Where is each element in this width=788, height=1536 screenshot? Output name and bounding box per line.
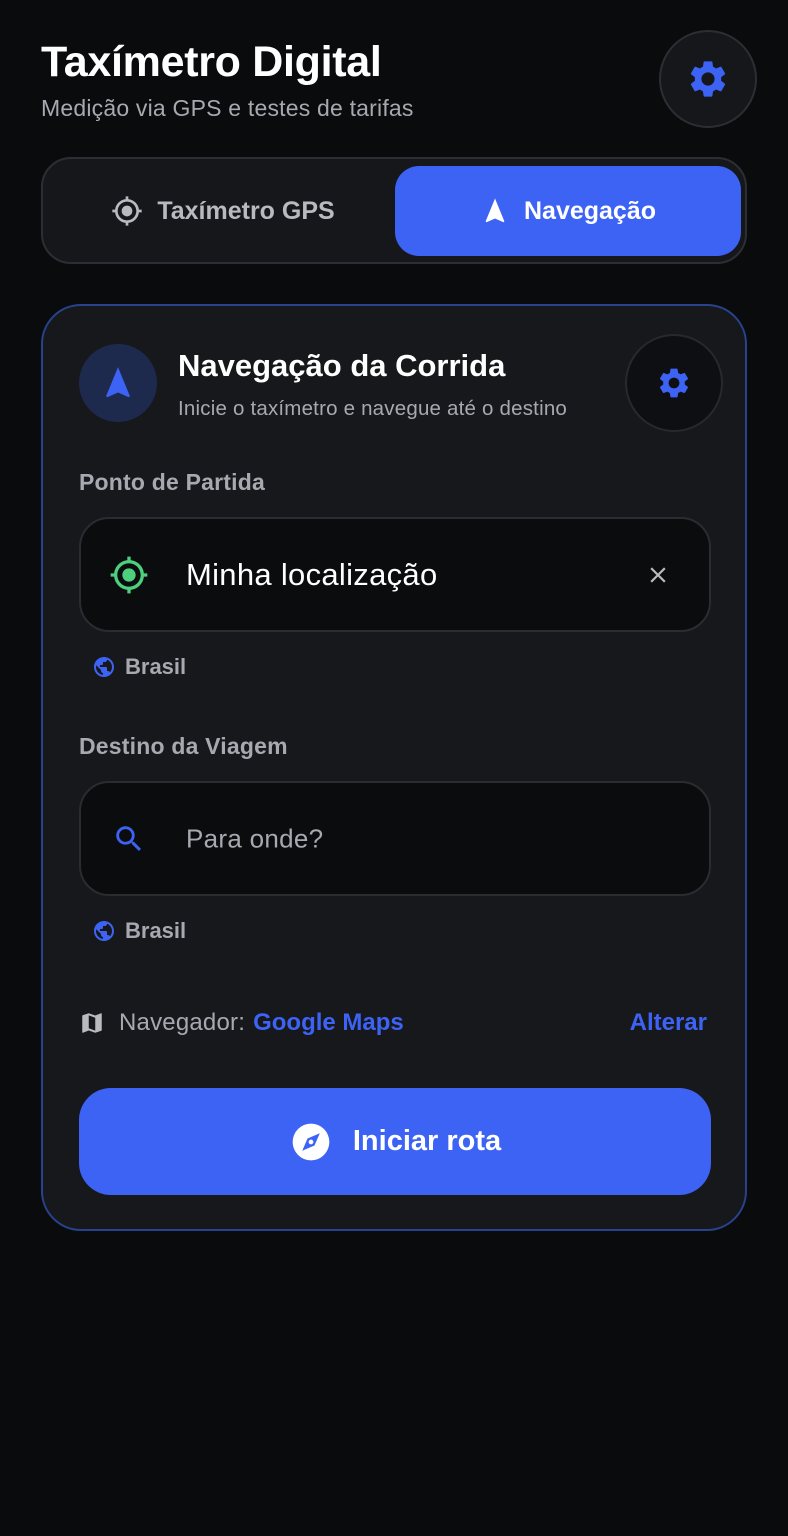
search-icon: [109, 822, 146, 856]
navigation-arrow-icon: [480, 196, 510, 226]
compass-icon: [289, 1120, 333, 1164]
map-icon: [79, 1010, 105, 1036]
header-settings-button[interactable]: [659, 30, 757, 128]
region-label: Brasil: [125, 654, 187, 679]
navigator-row: Navegador: Google Maps Alterar: [79, 1006, 711, 1040]
card-title: Navegação da Corrida: [178, 348, 506, 383]
tab-navegacao[interactable]: Navegação: [395, 166, 741, 256]
my-location-icon: [109, 555, 149, 595]
destination-field[interactable]: [79, 781, 711, 896]
globe-icon: [92, 919, 116, 943]
destination-region: Brasil: [92, 918, 186, 944]
globe-icon: [92, 655, 116, 679]
close-icon: [645, 562, 671, 588]
origin-value: Minha localização: [186, 556, 438, 592]
gps-target-icon: [111, 195, 143, 227]
tab-taximetro-gps[interactable]: Taxímetro GPS: [53, 166, 393, 256]
region-label: Brasil: [125, 918, 187, 943]
tab-label: Taxímetro GPS: [157, 196, 335, 225]
ride-navigation-card: Navegação da Corrida Inicie o taxímetro …: [41, 304, 747, 1231]
start-route-label: Iniciar rota: [352, 1125, 502, 1157]
start-route-button[interactable]: Iniciar rota: [79, 1088, 711, 1195]
navigator-value[interactable]: Google Maps: [253, 1009, 404, 1037]
gear-icon: [686, 57, 730, 101]
mode-tabs: Taxímetro GPS Navegação: [41, 157, 747, 264]
clear-origin-button[interactable]: [645, 562, 671, 588]
gear-icon: [656, 365, 692, 401]
origin-region: Brasil: [92, 654, 186, 680]
change-navigator-link[interactable]: Alterar: [630, 1009, 707, 1037]
tab-label: Navegação: [523, 196, 657, 225]
app-title: Taxímetro Digital: [41, 38, 382, 86]
card-settings-button[interactable]: [625, 334, 723, 432]
navigation-arrow-icon: [99, 364, 137, 402]
origin-label: Ponto de Partida: [79, 469, 265, 495]
card-badge: [79, 344, 157, 422]
card-subtitle: Inicie o taxímetro e navegue até o desti…: [178, 397, 568, 420]
destination-label: Destino da Viagem: [79, 733, 288, 759]
destination-input[interactable]: [186, 823, 666, 854]
navigator-label: Navegador:: [119, 1009, 246, 1036]
origin-field[interactable]: Minha localização: [79, 517, 711, 632]
app-screen: Taxímetro Digital Medição via GPS e test…: [0, 0, 788, 1536]
app-subtitle: Medição via GPS e testes de tarifas: [41, 95, 414, 121]
